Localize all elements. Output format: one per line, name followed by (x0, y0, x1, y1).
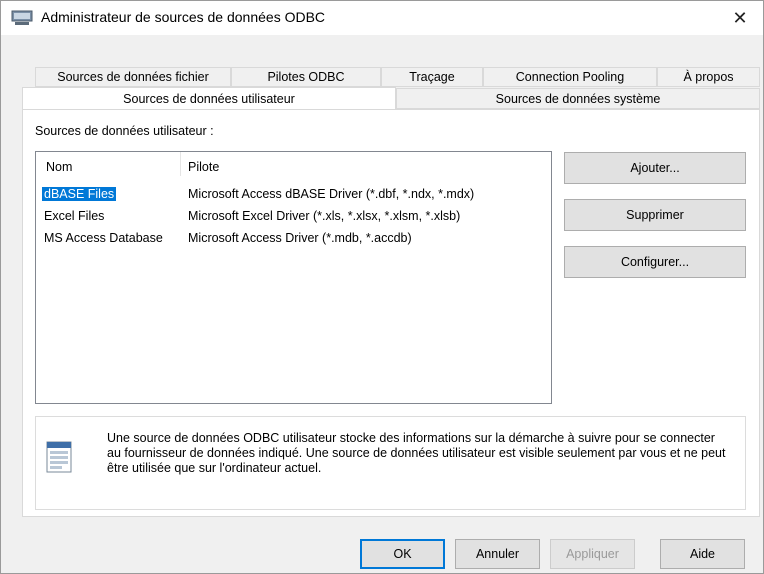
tab-user-dsn[interactable]: Sources de données utilisateur (22, 87, 396, 109)
odbc-app-icon (11, 10, 33, 25)
dsn-list[interactable]: Nom Pilote dBASE Files Microsoft Access … (35, 151, 552, 404)
configure-button[interactable]: Configurer... (564, 246, 746, 278)
list-item[interactable]: dBASE Files Microsoft Access dBASE Drive… (42, 187, 542, 203)
column-header-name[interactable]: Nom (46, 160, 72, 174)
info-description: Une source de données ODBC utilisateur s… (107, 431, 726, 475)
list-item[interactable]: MS Access Database Microsoft Access Driv… (42, 231, 542, 247)
tab-connection-pooling[interactable]: Connection Pooling (483, 67, 657, 87)
dsn-driver: Microsoft Excel Driver (*.xls, *.xlsx, *… (188, 209, 461, 223)
column-header-driver[interactable]: Pilote (188, 160, 219, 174)
tab-system-dsn[interactable]: Sources de données système (396, 88, 760, 109)
dsn-driver: Microsoft Access dBASE Driver (*.dbf, *.… (188, 187, 475, 201)
tab-file-dsn[interactable]: Sources de données fichier (35, 67, 231, 87)
window-title: Administrateur de sources de données ODB… (41, 9, 326, 25)
list-item[interactable]: Excel Files Microsoft Excel Driver (*.xl… (42, 209, 542, 225)
title-bar: Administrateur de sources de données ODB… (1, 1, 763, 35)
ok-button[interactable]: OK (360, 539, 445, 569)
tab-tracing[interactable]: Traçage (381, 67, 483, 87)
help-button[interactable]: Aide (660, 539, 745, 569)
database-document-icon (46, 441, 72, 473)
tab-about[interactable]: À propos (657, 67, 760, 87)
dsn-name: dBASE Files (42, 187, 117, 201)
remove-button[interactable]: Supprimer (564, 199, 746, 231)
user-dsn-label: Sources de données utilisateur : (35, 124, 214, 138)
tab-odbc-drivers[interactable]: Pilotes ODBC (231, 67, 381, 87)
cancel-button[interactable]: Annuler (455, 539, 540, 569)
close-icon: ✕ (732, 7, 748, 28)
dsn-name: Excel Files (44, 209, 105, 223)
close-button[interactable]: ✕ (717, 1, 763, 35)
dsn-driver: Microsoft Access Driver (*.mdb, *.accdb) (188, 231, 412, 245)
column-divider[interactable] (180, 152, 181, 176)
apply-button[interactable]: Appliquer (550, 539, 635, 569)
add-button[interactable]: Ajouter... (564, 152, 746, 184)
dsn-name: MS Access Database (44, 231, 163, 245)
